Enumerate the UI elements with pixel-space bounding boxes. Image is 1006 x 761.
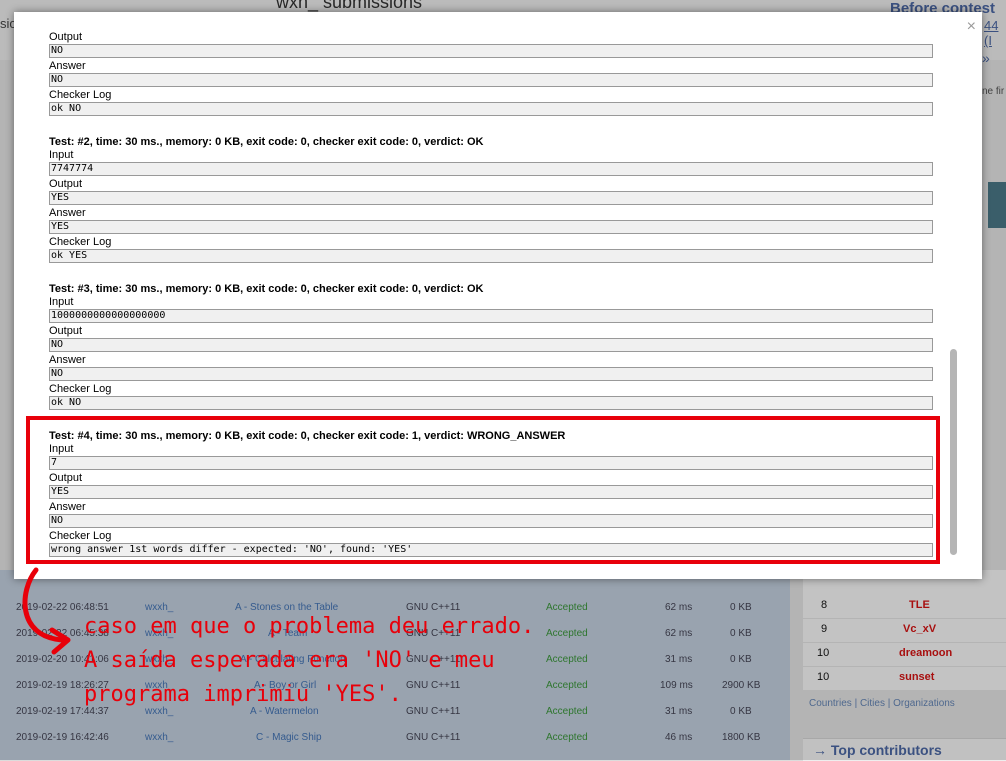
annotation-arrow-icon (22, 567, 71, 655)
test-header: Test: #3, time: 30 ms., memory: 0 KB, ex… (49, 283, 484, 295)
output-label: Output (49, 325, 83, 337)
input-label: Input (49, 149, 74, 161)
answer-box: YES (49, 220, 933, 234)
output-box: YES (49, 191, 933, 205)
answer-box: NO (49, 73, 933, 87)
output-label: Output (49, 31, 83, 43)
checker-log-label: Checker Log (49, 89, 112, 101)
answer-label: Answer (49, 207, 86, 219)
annotation-line: A saída esperada era 'NO' e meu (84, 648, 495, 673)
close-icon[interactable]: × (967, 19, 976, 35)
answer-box: NO (49, 367, 933, 381)
checker-log-box: ok NO (49, 102, 933, 116)
modal-scrollbar[interactable] (950, 349, 958, 555)
checker-log-box: ok NO (49, 396, 933, 410)
input-label: Input (49, 296, 74, 308)
input-box: 1000000000000000000 (49, 309, 933, 323)
checker-log-label: Checker Log (49, 383, 112, 395)
answer-label: Answer (49, 354, 86, 366)
answer-label: Answer (49, 60, 86, 72)
output-box: NO (49, 338, 933, 352)
wrong-answer-highlight (26, 416, 940, 564)
annotation-text: caso em que o problema deu errado. A saí… (84, 610, 534, 712)
scrollbar-thumb[interactable] (950, 349, 957, 555)
annotation-line: caso em que o problema deu errado. (84, 614, 535, 639)
output-label: Output (49, 178, 83, 190)
output-box: NO (49, 44, 933, 58)
checker-log-label: Checker Log (49, 236, 112, 248)
input-box: 7747774 (49, 162, 933, 176)
annotation-line: programa imprimiu 'YES'. (84, 682, 402, 707)
checker-log-box: ok YES (49, 249, 933, 263)
test-header: Test: #2, time: 30 ms., memory: 0 KB, ex… (49, 136, 484, 148)
